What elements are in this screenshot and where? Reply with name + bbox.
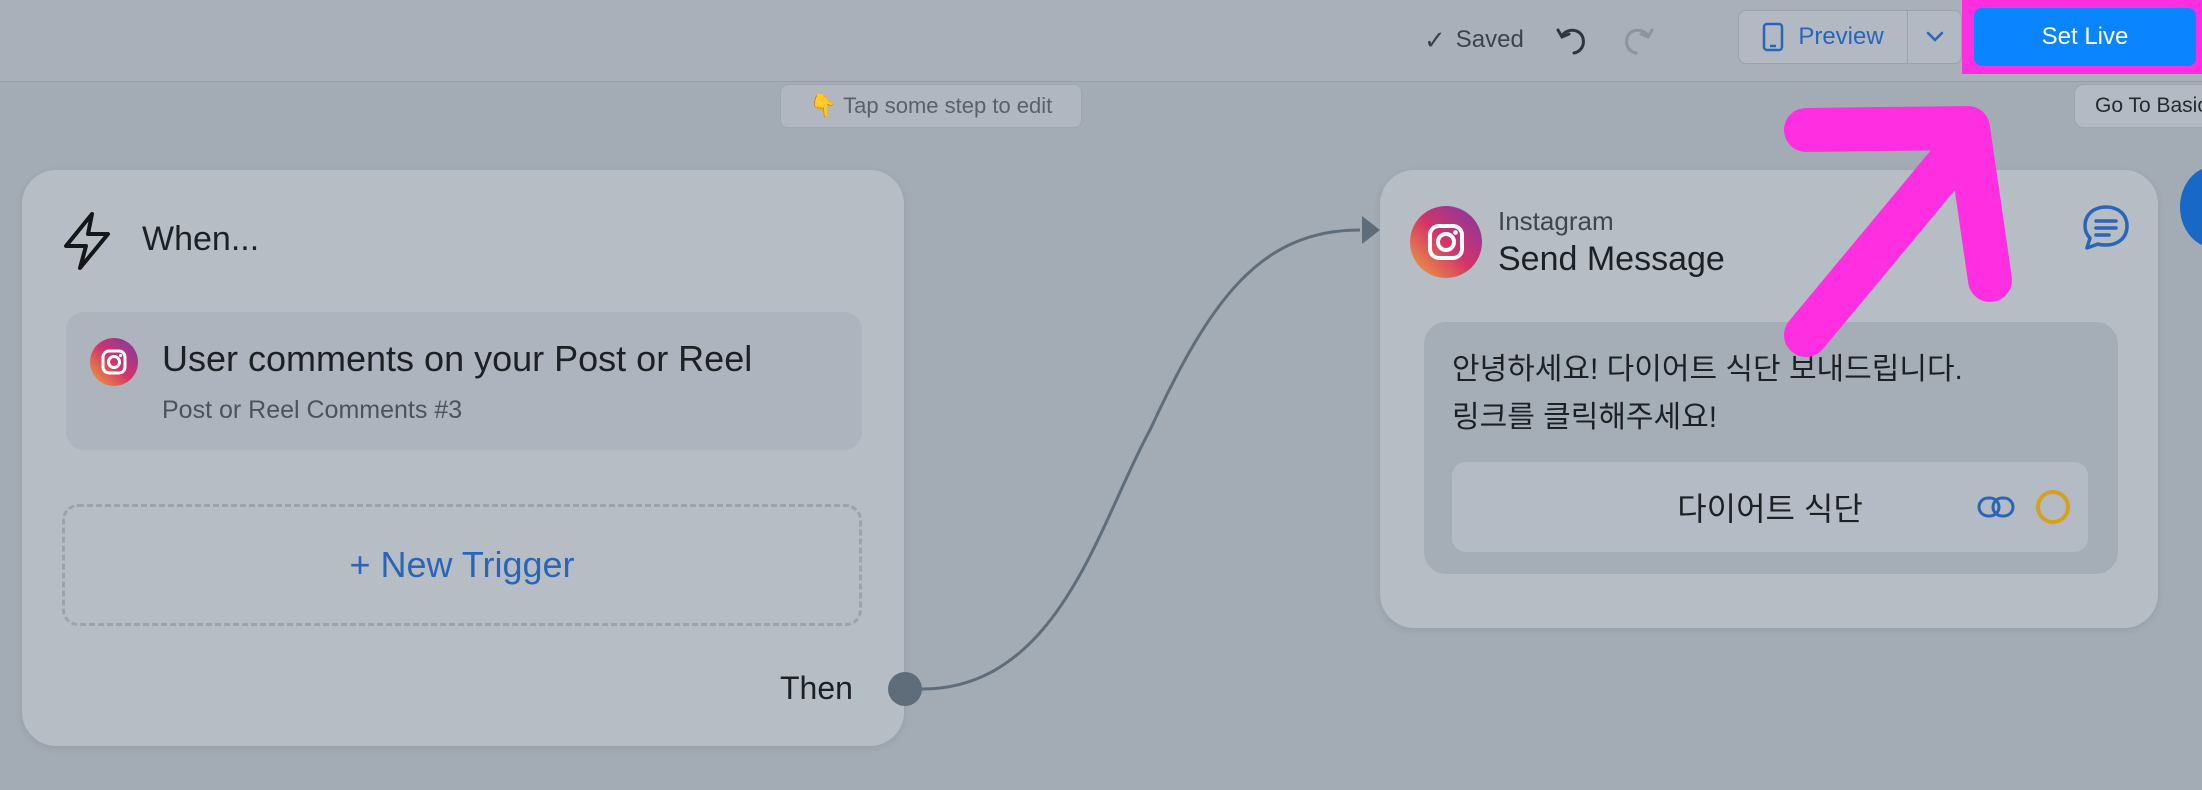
edit-hint: 👇 Tap some step to edit bbox=[780, 84, 1082, 128]
trigger-card-title: When... bbox=[142, 220, 260, 258]
phone-icon bbox=[1763, 22, 1784, 52]
trigger-subtitle: Post or Reel Comments #3 bbox=[162, 396, 463, 424]
saved-label: Saved bbox=[1455, 26, 1524, 53]
trigger-title: User comments on your Post or Reel bbox=[162, 338, 753, 379]
preview-dropdown-button[interactable] bbox=[1908, 11, 1962, 63]
saved-status: ✓ Saved bbox=[1424, 22, 1524, 58]
go-to-basic-button[interactable]: Go To Basic bbox=[2074, 84, 2202, 128]
preview-button[interactable]: Preview bbox=[1739, 11, 1907, 63]
set-live-button[interactable]: Set Live bbox=[1974, 8, 2196, 66]
undo-icon[interactable] bbox=[1552, 20, 1592, 60]
edit-hint-text: Tap some step to edit bbox=[843, 93, 1053, 118]
link-icon bbox=[1977, 496, 2015, 518]
trigger-card[interactable]: When... User comments on your Post or Re… bbox=[22, 170, 904, 746]
message-link-button[interactable]: 다이어트 식단 bbox=[1452, 462, 2088, 552]
pointing-down-hand-icon: 👇 bbox=[809, 93, 838, 118]
chevron-down-icon bbox=[1926, 31, 1944, 42]
lightning-bolt-icon bbox=[58, 210, 116, 272]
message-card-title: Send Message bbox=[1498, 240, 1725, 278]
preview-group: Preview bbox=[1738, 10, 1962, 64]
check-icon: ✓ bbox=[1424, 24, 1446, 55]
instagram-icon bbox=[1410, 206, 1482, 278]
trigger-item[interactable]: User comments on your Post or Reel Post … bbox=[66, 312, 862, 450]
message-line-1: 안녕하세요! 다이어트 식단 보내드립니다. bbox=[1452, 353, 1963, 386]
message-app-name: Instagram bbox=[1498, 206, 1614, 236]
then-label: Then bbox=[780, 670, 853, 706]
chat-icon[interactable] bbox=[2080, 202, 2132, 254]
circle-icon bbox=[2036, 490, 2070, 524]
top-toolbar: ✓ Saved Preview Set Live bbox=[0, 0, 2202, 82]
message-line-2: 링크를 클릭해주세요! bbox=[1452, 401, 1718, 434]
send-message-card[interactable]: Instagram Send Message 안녕하세요! 다이어트 식단 보내… bbox=[1380, 170, 2158, 628]
instagram-icon bbox=[90, 338, 138, 386]
message-text: 안녕하세요! 다이어트 식단 보내드립니다. 링크를 클릭해주세요! bbox=[1452, 346, 1963, 442]
add-step-button[interactable] bbox=[2180, 166, 2202, 248]
message-body[interactable]: 안녕하세요! 다이어트 식단 보내드립니다. 링크를 클릭해주세요! 다이어트 … bbox=[1424, 322, 2118, 574]
preview-label: Preview bbox=[1798, 23, 1884, 50]
new-trigger-button[interactable]: + New Trigger bbox=[62, 504, 862, 626]
redo-icon[interactable] bbox=[1618, 20, 1658, 60]
then-connector-handle[interactable] bbox=[888, 672, 922, 706]
